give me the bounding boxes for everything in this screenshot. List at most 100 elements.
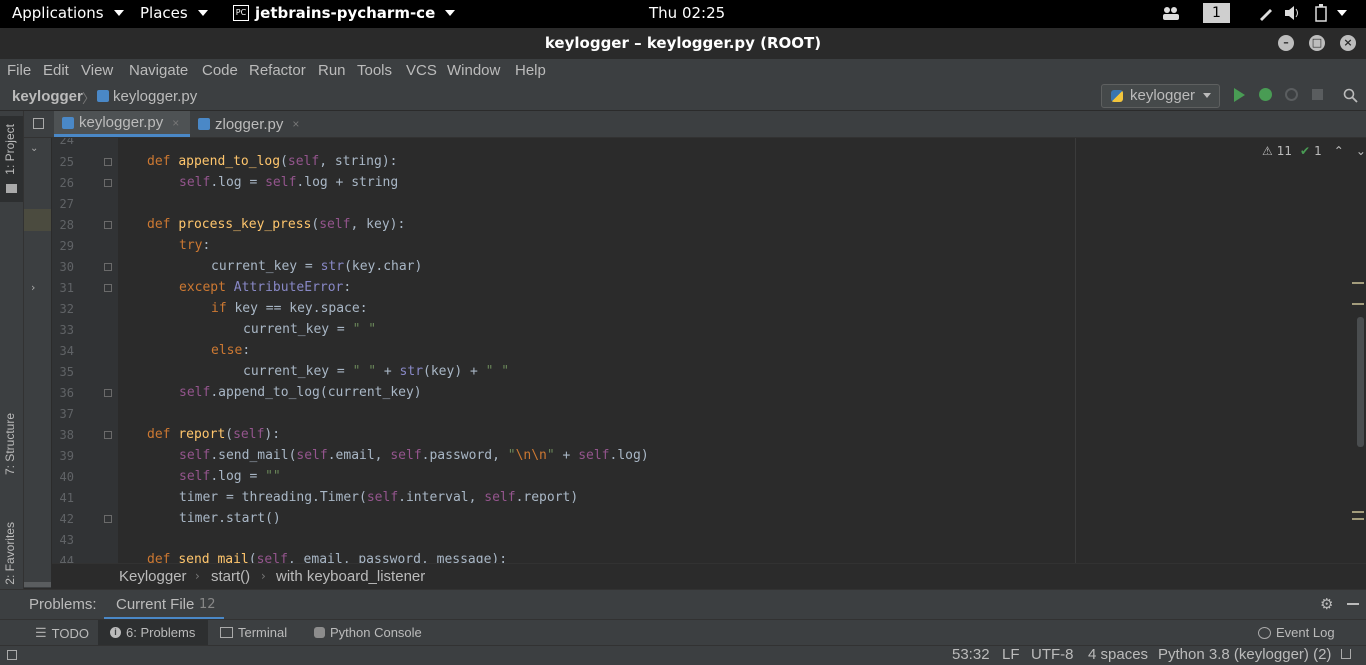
current-file-label: Current File (116, 596, 195, 613)
fold-marker[interactable] (104, 221, 112, 229)
line-number: 26 (59, 176, 74, 190)
line-number: 33 (59, 323, 74, 337)
project-pane[interactable]: ⌄ › (24, 138, 51, 588)
fold-marker[interactable] (104, 158, 112, 166)
structure-tool-tab[interactable]: 7: Structure (3, 413, 17, 475)
menu-window[interactable]: Window (447, 62, 500, 79)
fold-marker[interactable] (104, 179, 112, 187)
scroll-marker (1352, 282, 1364, 284)
python-interpreter[interactable]: Python 3.8 (keylogger) (2) (1158, 646, 1331, 663)
python-console-tool-button[interactable]: Python Console (314, 625, 422, 640)
menu-tools[interactable]: Tools (357, 62, 392, 79)
editor-scrollbar-thumb[interactable] (1357, 317, 1364, 447)
chevron-down-icon (1337, 10, 1347, 16)
menu-refactor[interactable]: Refactor (249, 62, 306, 79)
menu-vcs[interactable]: VCS (406, 62, 437, 79)
navigation-bar: keylogger 〉 keylogger.py keylogger (0, 84, 1366, 111)
search-icon[interactable] (1343, 88, 1358, 103)
breadcrumb-with[interactable]: with keyboard_listener (276, 568, 425, 585)
selected-tree-row[interactable] (24, 209, 51, 231)
caret-position[interactable]: 53:32 (952, 646, 990, 663)
chevron-down-icon (1203, 93, 1211, 98)
places-menu[interactable]: Places (140, 4, 208, 22)
event-log-button[interactable]: Event Log (1258, 625, 1335, 640)
volume-icon[interactable] (1284, 5, 1302, 21)
pycharm-icon: PC (233, 5, 249, 21)
nav-project[interactable]: keylogger (12, 88, 83, 105)
line-number: 37 (59, 407, 74, 421)
places-label: Places (140, 4, 188, 22)
applications-menu[interactable]: Applications (12, 4, 124, 22)
chevron-up-icon[interactable]: ⌃ (1334, 144, 1344, 158)
todo-tool-button[interactable]: ☰ TODO (35, 625, 89, 641)
profile-icon[interactable] (1285, 88, 1298, 101)
workspace-indicator[interactable]: 1 (1203, 3, 1230, 23)
maximize-button[interactable]: □ (1309, 35, 1325, 51)
clock[interactable]: Thu 02:25 (649, 4, 725, 22)
menu-navigate[interactable]: Navigate (129, 62, 188, 79)
python-console-icon (314, 627, 325, 638)
lock-icon[interactable] (1341, 649, 1351, 659)
fold-marker[interactable] (104, 284, 112, 292)
chevron-down-icon (445, 10, 456, 16)
terminal-tool-button[interactable]: Terminal (220, 625, 287, 640)
python-file-icon (198, 118, 210, 130)
close-tab-icon[interactable]: × (172, 116, 179, 130)
inspection-widget[interactable]: ⚠ 11 ✔ 1 ⌃ ⌄ (1262, 144, 1366, 158)
scroll-marker (1352, 518, 1364, 520)
tab-keylogger-py[interactable]: keylogger.py × (54, 111, 190, 137)
status-bar: 53:32 LF UTF-8 4 spaces Python 3.8 (keyl… (0, 645, 1366, 665)
terminal-icon (220, 627, 233, 638)
tab-current-file[interactable]: Current File 12 (104, 590, 224, 619)
pane-toggle-icon[interactable] (33, 118, 44, 133)
debug-icon[interactable] (1259, 88, 1272, 101)
breadcrumb-class[interactable]: Keylogger (119, 568, 187, 585)
favorites-tool-tab[interactable]: 2: Favorites (3, 522, 17, 585)
menu-code[interactable]: Code (202, 62, 238, 79)
battery-icon[interactable] (1315, 4, 1347, 22)
minimize-button[interactable]: – (1278, 35, 1294, 51)
chevron-right-icon: › (261, 569, 266, 583)
run-icon[interactable] (1234, 88, 1245, 102)
toggle-panels-icon[interactable] (7, 649, 17, 664)
fold-marker[interactable] (104, 515, 112, 523)
stop-icon[interactable] (1312, 89, 1323, 100)
chevron-right-icon[interactable]: › (31, 281, 35, 294)
app-menu[interactable]: PC jetbrains-pycharm-ce (233, 4, 456, 22)
nav-file[interactable]: keylogger.py (113, 88, 197, 105)
hide-icon[interactable] (1347, 603, 1359, 605)
problems-tool-button[interactable]: i 6: Problems (98, 620, 208, 646)
people-icon[interactable] (1162, 6, 1180, 20)
close-tab-icon[interactable]: × (292, 117, 299, 131)
menu-bar: File Edit View Navigate Code Refactor Ru… (0, 59, 1366, 85)
close-button[interactable]: × (1340, 35, 1356, 51)
fold-marker[interactable] (104, 263, 112, 271)
line-number: 35 (59, 365, 74, 379)
line-separator[interactable]: LF (1002, 646, 1020, 663)
fold-marker[interactable] (104, 431, 112, 439)
indent-setting[interactable]: 4 spaces (1088, 646, 1148, 663)
file-encoding[interactable]: UTF-8 (1031, 646, 1074, 663)
menu-file[interactable]: File (7, 62, 31, 79)
breadcrumb: Keylogger › start() › with keyboard_list… (52, 563, 1366, 589)
tab-zlogger-py[interactable]: zlogger.py × (198, 111, 313, 137)
fold-marker[interactable] (104, 389, 112, 397)
pen-icon[interactable] (1258, 5, 1274, 21)
menu-view[interactable]: View (81, 62, 113, 79)
project-tool-tab[interactable]: 1: Project (0, 116, 23, 202)
folder-icon (6, 184, 17, 193)
chevron-down-icon (113, 10, 124, 16)
scroll-marker (1352, 511, 1364, 513)
chevron-down-icon[interactable]: ⌄ (1356, 144, 1366, 158)
menu-help[interactable]: Help (515, 62, 546, 79)
gear-icon[interactable]: ⚙ (1320, 595, 1333, 613)
horizontal-scrollbar[interactable] (24, 582, 51, 587)
problem-count: 12 (199, 597, 216, 612)
terminal-label: Terminal (238, 625, 288, 640)
menu-run[interactable]: Run (318, 62, 346, 79)
chevron-down-icon[interactable]: ⌄ (30, 143, 38, 154)
code-line: if key == key.space: (211, 301, 368, 316)
run-config-selector[interactable]: keylogger (1101, 84, 1220, 108)
menu-edit[interactable]: Edit (43, 62, 69, 79)
breadcrumb-method[interactable]: start() (211, 568, 250, 585)
